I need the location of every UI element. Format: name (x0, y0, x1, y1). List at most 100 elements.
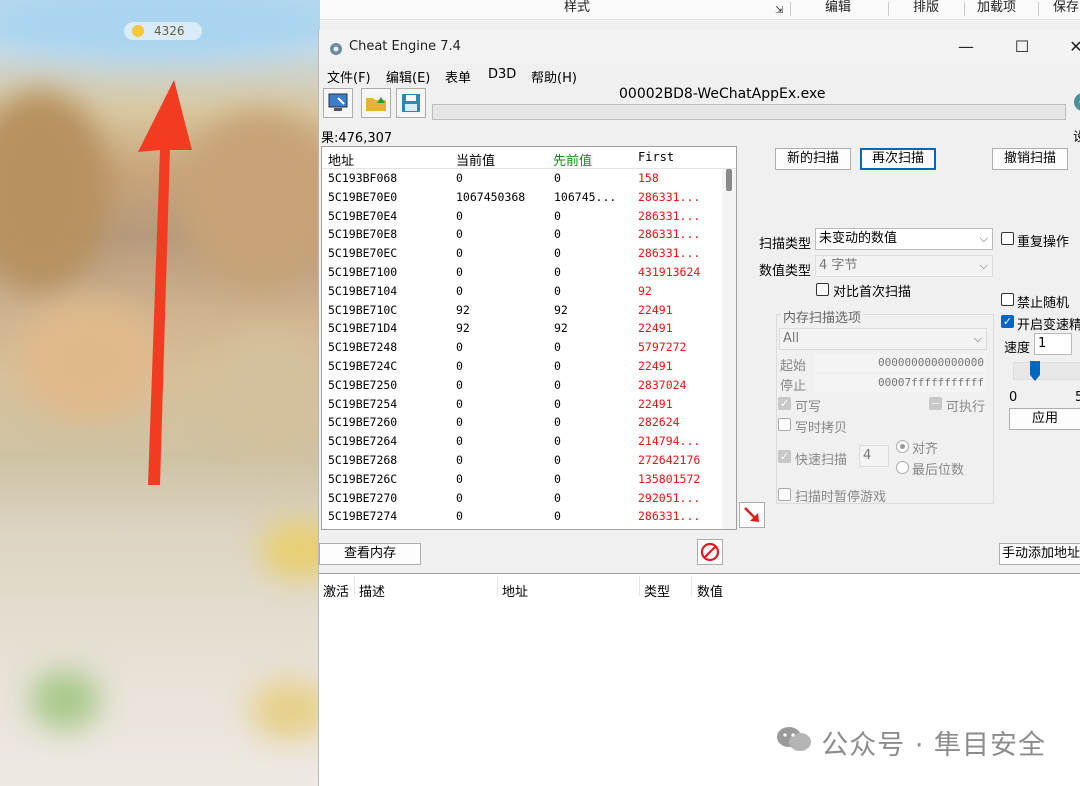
copy-on-write-checkbox[interactable] (778, 418, 791, 431)
fast-scan-alignment[interactable]: 4 (859, 445, 889, 467)
table-row[interactable]: 5C19BE70E4 0 0 286331... (322, 207, 736, 226)
table-row[interactable]: 5C19BE70EC 0 0 286331... (322, 244, 736, 263)
process-name: 00002BD8-WeChatAppEx.exe (619, 86, 826, 102)
open-process-button[interactable] (323, 88, 353, 118)
table-row[interactable]: 5C19BE71D4 92 92 22491 (322, 319, 736, 338)
settings-label[interactable]: 设 (1073, 126, 1080, 145)
executable-label: 可执行 (946, 400, 986, 415)
cell-current: 0 (456, 377, 463, 392)
col-first[interactable]: First (638, 150, 674, 164)
results-scrollbar[interactable] (722, 169, 736, 529)
speed-input[interactable]: 1 (1034, 333, 1072, 355)
ribbon-layout[interactable]: 排版 (913, 0, 939, 16)
scan-type-label: 扫描类型 (759, 237, 812, 252)
gear-icon[interactable] (1071, 90, 1080, 120)
cell-first: 22491 (638, 321, 673, 336)
slider-thumb[interactable] (1030, 361, 1040, 381)
col-description[interactable]: 描述 (359, 581, 385, 600)
table-row[interactable]: 5C19BE726C 0 0 135801572 (322, 470, 736, 489)
ribbon-style[interactable]: 样式 (564, 0, 590, 16)
cell-first: 292051... (638, 490, 701, 505)
folder-icon (366, 97, 386, 111)
ribbon-launcher-icon[interactable]: ⇲ (775, 3, 783, 19)
ribbon-addins[interactable]: 加载项 (977, 0, 1016, 16)
table-row[interactable]: 5C19BE7104 0 0 92 (322, 282, 736, 301)
cell-current: 0 (456, 246, 463, 261)
watermark-text: 公众号 · 隼目安全 (821, 730, 1046, 761)
found-count: 果:476,307 (321, 131, 393, 146)
menu-help[interactable]: 帮助(H) (531, 67, 577, 86)
value-type-value: 4 字节 (819, 258, 858, 273)
chevron-down-icon: ⌵ (979, 232, 988, 245)
table-row[interactable]: 5C19BE7248 0 0 5797272 (322, 338, 736, 357)
stop-address-input[interactable]: 00007fffffffffff (814, 374, 986, 392)
maximize-icon[interactable]: ☐ (999, 34, 1045, 60)
watermark: 公众号 · 隼目安全 (777, 723, 1046, 762)
save-icon (402, 94, 420, 112)
table-row[interactable]: 5C19BE7254 0 0 22491 (322, 395, 736, 414)
table-row[interactable]: 5C19BE7270 0 0 292051... (322, 489, 736, 508)
table-row[interactable]: 5C19BE7260 0 0 282624 (322, 413, 736, 432)
fast-scan-checkbox[interactable]: ✓ (778, 450, 791, 463)
table-row[interactable]: 5C19BE7274 0 0 286331... (322, 507, 736, 526)
compare-first-checkbox[interactable] (816, 283, 829, 296)
disable-random-checkbox[interactable] (1001, 293, 1014, 306)
repeat-checkbox[interactable] (1001, 232, 1014, 245)
executable-checkbox[interactable]: − (929, 397, 942, 410)
table-row[interactable]: 5C19BE7100 0 0 431913624 (322, 263, 736, 282)
align-radio[interactable] (896, 440, 909, 453)
cell-previous: 0 (554, 264, 561, 279)
speed-slider[interactable] (1013, 361, 1080, 381)
next-scan-button[interactable]: 再次扫描 (860, 148, 936, 170)
apply-button[interactable]: 应用 (1009, 408, 1080, 430)
computer-icon (328, 93, 348, 111)
col-active[interactable]: 激活 (323, 581, 349, 600)
scrollbar-thumb[interactable] (726, 169, 732, 191)
table-row[interactable]: 5C19BE710C 92 92 22491 (322, 301, 736, 320)
col-current[interactable]: 当前值 (456, 150, 495, 169)
col-address[interactable]: 地址 (328, 150, 354, 169)
table-row[interactable]: 5C19BE724C 0 0 22491 (322, 357, 736, 376)
col-value[interactable]: 数值 (697, 581, 723, 600)
add-to-list-button[interactable] (739, 502, 765, 528)
col-previous[interactable]: 先前值 (553, 150, 592, 169)
close-icon[interactable]: ✕ (1053, 34, 1080, 60)
minimize-icon[interactable]: — (943, 34, 989, 60)
pause-game-label: 扫描时暂停游戏 (795, 490, 887, 505)
speedhack-checkbox[interactable]: ✓ (1001, 315, 1014, 328)
cell-previous: 0 (554, 509, 561, 524)
cell-current: 0 (456, 509, 463, 524)
save-button[interactable] (396, 88, 426, 118)
table-row[interactable]: 5C19BE70E8 0 0 286331... (322, 225, 736, 244)
table-row[interactable]: 5C19BE70E0 1067450368 106745... 286331... (322, 188, 736, 207)
undo-scan-button[interactable]: 撤销扫描 (992, 148, 1068, 170)
table-row[interactable]: 5C19BE7250 0 0 2837024 (322, 376, 736, 395)
open-file-button[interactable] (361, 88, 391, 118)
wechat-icon (777, 727, 812, 751)
menu-table[interactable]: 表单 (445, 67, 471, 86)
table-row[interactable]: 5C19BE7268 0 0 272642176 (322, 451, 736, 470)
new-scan-button[interactable]: 新的扫描 (775, 148, 851, 170)
writable-checkbox[interactable]: ✓ (778, 397, 791, 410)
ribbon-edit[interactable]: 编辑 (825, 0, 851, 16)
menu-file[interactable]: 文件(F) (327, 67, 371, 86)
clear-list-button[interactable] (697, 539, 723, 565)
table-row[interactable]: 5C19BE7264 0 0 214794... (322, 432, 736, 451)
add-address-manually-button[interactable]: 手动添加地址 (999, 543, 1080, 565)
table-row[interactable]: 5C193BF068 0 0 158 (322, 169, 736, 188)
col-type[interactable]: 类型 (644, 581, 670, 600)
scan-type-select[interactable]: 未变动的数值 ⌵ (815, 228, 993, 250)
pause-game-checkbox[interactable] (778, 488, 791, 501)
value-type-select[interactable]: 4 字节 ⌵ (815, 255, 993, 277)
region-select[interactable]: All ⌵ (779, 328, 987, 350)
col-list-address[interactable]: 地址 (502, 581, 528, 600)
cell-current: 0 (456, 415, 463, 430)
last-digits-radio[interactable] (896, 461, 909, 474)
scan-results-list[interactable]: 地址 当前值 先前值 First 5C193BF068 0 0 158 5C19BE70… (321, 146, 737, 530)
view-memory-button[interactable]: 查看内存 (319, 543, 421, 565)
menu-edit[interactable]: 编辑(E) (386, 67, 430, 86)
start-address-input[interactable]: 0000000000000000 (814, 354, 986, 372)
menu-d3d[interactable]: D3D (488, 67, 516, 82)
ribbon-save[interactable]: 保存 (1053, 0, 1079, 16)
title-bar[interactable]: Cheat Engine 7.4 — ☐ ✕ (319, 30, 1080, 64)
